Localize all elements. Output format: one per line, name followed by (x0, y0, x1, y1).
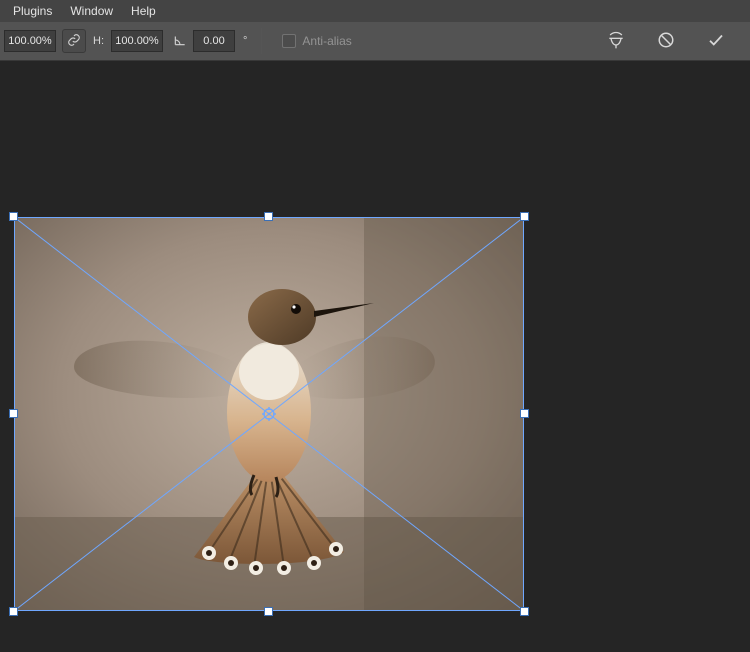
height-scale-input[interactable] (111, 30, 163, 52)
menu-bar: Plugins Window Help (0, 0, 750, 22)
transform-pivot[interactable] (262, 407, 276, 421)
warp-mode-button[interactable] (604, 29, 628, 53)
transform-handle-top-left[interactable] (9, 212, 18, 221)
menu-window[interactable]: Window (61, 1, 122, 21)
commit-transform-button[interactable] (704, 29, 728, 53)
anti-alias-checkbox[interactable] (282, 34, 296, 48)
maintain-aspect-ratio-button[interactable] (62, 29, 86, 53)
menu-help[interactable]: Help (122, 1, 165, 21)
transform-handle-middle-left[interactable] (9, 409, 18, 418)
transform-handle-bottom-right[interactable] (520, 607, 529, 616)
transform-handle-top-middle[interactable] (264, 212, 273, 221)
transform-options-bar: H: ° Anti-alias (0, 22, 750, 61)
cancel-transform-button[interactable] (654, 29, 678, 53)
rotation-input[interactable] (193, 30, 235, 52)
height-label: H: (92, 35, 105, 47)
link-icon (67, 33, 81, 50)
canvas-workarea[interactable] (0, 61, 750, 652)
transform-handle-top-right[interactable] (520, 212, 529, 221)
anti-alias-label: Anti-alias (302, 34, 351, 48)
commit-icon (707, 31, 725, 52)
warp-icon (606, 30, 626, 53)
angle-icon (173, 33, 187, 50)
degree-symbol: ° (241, 35, 249, 47)
divider (261, 28, 262, 54)
transform-handle-bottom-middle[interactable] (264, 607, 273, 616)
width-scale-input[interactable] (4, 30, 56, 52)
cancel-icon (657, 31, 675, 52)
transform-handle-bottom-left[interactable] (9, 607, 18, 616)
transform-handle-middle-right[interactable] (520, 409, 529, 418)
menu-plugins[interactable]: Plugins (4, 1, 61, 21)
anti-alias-option[interactable]: Anti-alias (282, 34, 351, 48)
